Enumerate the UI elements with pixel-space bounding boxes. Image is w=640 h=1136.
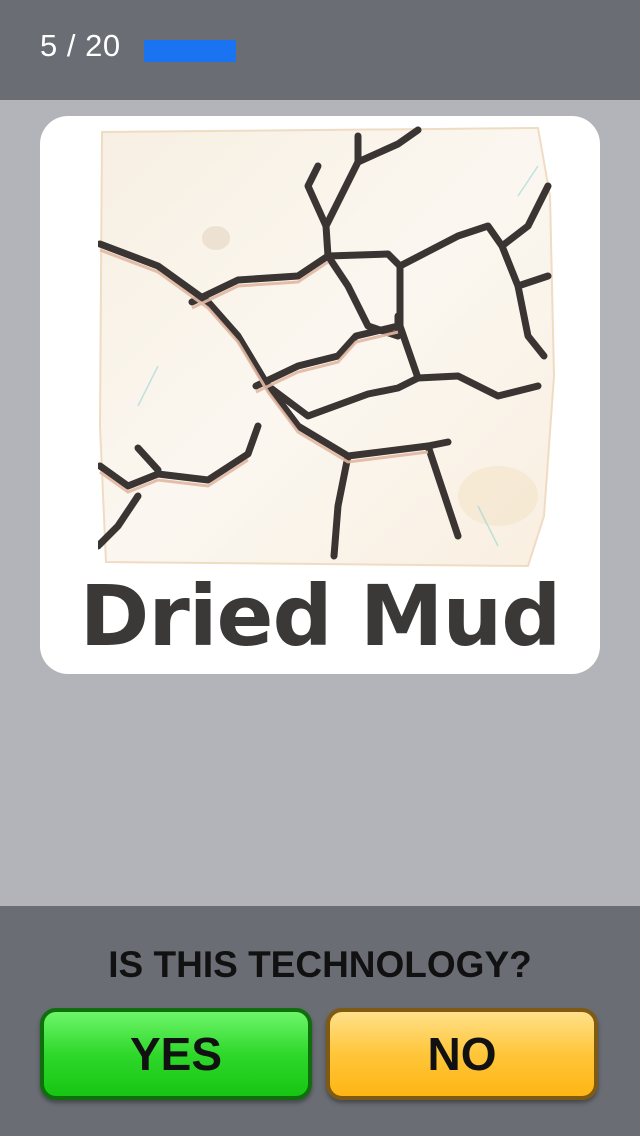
dried-mud-image bbox=[98, 126, 556, 568]
top-bar: 5 / 20 bbox=[0, 0, 640, 100]
question-card: Dried Mud bbox=[40, 116, 600, 674]
yes-button[interactable]: YES bbox=[40, 1008, 312, 1100]
progress-bar bbox=[144, 40, 512, 62]
no-button[interactable]: NO bbox=[326, 1008, 598, 1100]
progress-bar-fill bbox=[144, 40, 236, 62]
question-text: IS THIS TECHNOLOGY? bbox=[108, 944, 532, 985]
card-title: Dried Mud bbox=[79, 567, 562, 665]
progress-counter: 5 / 20 bbox=[40, 28, 121, 63]
answer-panel: IS THIS TECHNOLOGY? YES NO bbox=[0, 906, 640, 1136]
